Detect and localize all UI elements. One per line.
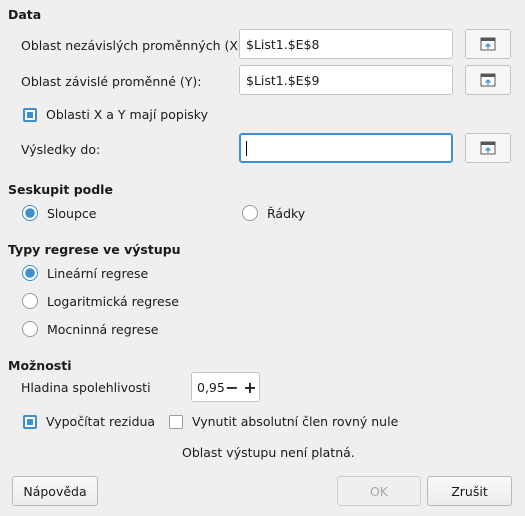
power-label: Mocninná regrese <box>47 321 159 337</box>
group-columns-option[interactable]: Sloupce <box>22 205 96 221</box>
zero-intercept-checkbox[interactable] <box>169 414 183 429</box>
columns-label: Sloupce <box>47 205 97 221</box>
shrink-range-icon <box>480 73 496 87</box>
confidence-spinbox[interactable]: 0,95 − + <box>191 372 260 402</box>
labels-checkbox[interactable] <box>23 107 37 122</box>
shrink-range-icon <box>480 37 496 51</box>
columns-radio[interactable] <box>22 205 38 221</box>
logarithmic-radio[interactable] <box>22 293 38 309</box>
zero-intercept-label: Vynutit absolutní člen rovný nule <box>192 414 399 429</box>
logarithmic-label: Logaritmická regrese <box>47 293 179 309</box>
decrement-button[interactable]: − <box>223 373 241 401</box>
linear-label: Lineární regrese <box>47 265 149 281</box>
y-range-value: $List1.$E$9 <box>246 72 320 88</box>
cancel-button[interactable]: Zrušit <box>427 476 512 506</box>
linear-radio[interactable] <box>22 265 38 281</box>
ok-button[interactable]: OK <box>337 476 421 506</box>
data-section-title: Data <box>8 7 42 22</box>
residuals-row[interactable]: Vypočítat rezidua <box>23 414 155 429</box>
group-rows-option[interactable]: Řádky <box>242 205 305 221</box>
x-range-label: Oblast nezávislých proměnných (X): <box>21 38 248 53</box>
results-shrink-button[interactable] <box>465 133 511 163</box>
residuals-checkbox[interactable] <box>23 414 37 429</box>
results-input[interactable] <box>239 133 453 163</box>
text-caret <box>246 140 247 156</box>
x-range-shrink-button[interactable] <box>465 29 511 59</box>
labels-checkbox-row[interactable]: Oblasti X a Y mají popisky <box>23 107 208 122</box>
group-section-title: Seskupit podle <box>8 182 113 197</box>
status-message: Oblast výstupu není platná. <box>182 445 355 460</box>
rows-radio[interactable] <box>242 205 258 221</box>
confidence-value[interactable]: 0,95 <box>192 380 225 395</box>
y-range-label: Oblast závislé proměnné (Y): <box>21 74 202 89</box>
options-section-title: Možnosti <box>8 358 72 373</box>
residuals-label: Vypočítat rezidua <box>46 414 156 429</box>
labels-checkbox-label: Oblasti X a Y mají popisky <box>46 107 208 122</box>
logarithmic-option[interactable]: Logaritmická regrese <box>22 293 179 309</box>
regression-section-title: Typy regrese ve výstupu <box>8 242 181 257</box>
y-range-input[interactable]: $List1.$E$9 <box>239 65 453 95</box>
linear-option[interactable]: Lineární regrese <box>22 265 148 281</box>
help-button[interactable]: Nápověda <box>12 476 98 506</box>
x-range-value: $List1.$E$8 <box>246 36 320 52</box>
rows-label: Řádky <box>267 205 306 221</box>
power-option[interactable]: Mocninná regrese <box>22 321 158 337</box>
shrink-range-icon <box>480 141 496 155</box>
y-range-shrink-button[interactable] <box>465 65 511 95</box>
power-radio[interactable] <box>22 321 38 337</box>
zero-intercept-row[interactable]: Vynutit absolutní člen rovný nule <box>169 414 398 429</box>
x-range-input[interactable]: $List1.$E$8 <box>239 29 453 59</box>
confidence-label: Hladina spolehlivosti <box>21 380 151 395</box>
increment-button[interactable]: + <box>241 373 259 401</box>
results-label: Výsledky do: <box>21 142 101 157</box>
